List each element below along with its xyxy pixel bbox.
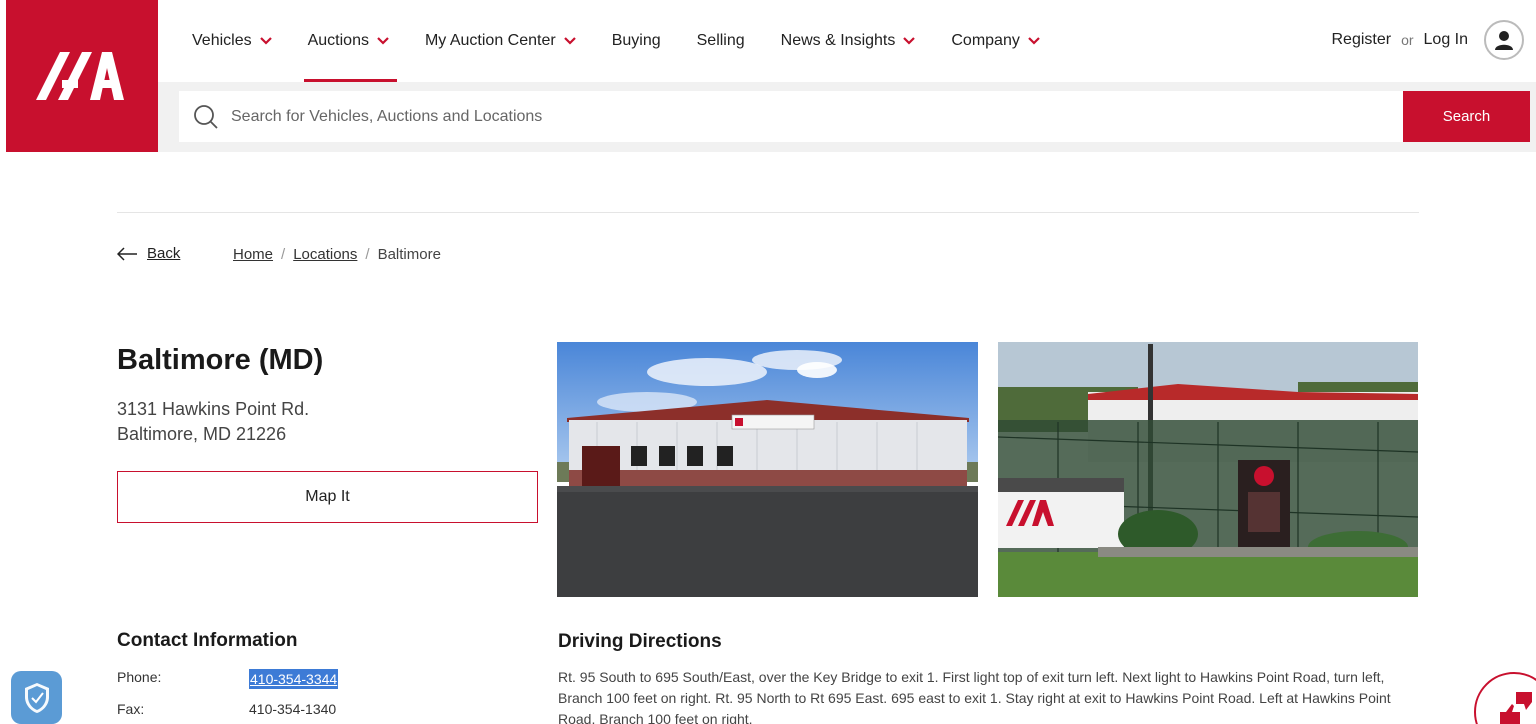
directions-title: Driving Directions bbox=[558, 631, 722, 652]
breadcrumb: Home / Locations / Baltimore bbox=[233, 246, 441, 263]
fax-label: Fax: bbox=[117, 701, 145, 717]
phone-link[interactable]: 410-354-3344 bbox=[249, 669, 339, 689]
address-line1: 3131 Hawkins Point Rd. bbox=[117, 399, 310, 419]
logo-mark bbox=[36, 52, 124, 100]
login-link[interactable]: Log In bbox=[1424, 31, 1468, 49]
map-it-button[interactable]: Map It bbox=[117, 471, 538, 523]
chevron-down-icon bbox=[903, 37, 916, 45]
account-links: Register or Log In bbox=[1331, 20, 1524, 60]
nav-list: Vehicles Auctions My Auction Center Buying S… bbox=[174, 0, 1058, 82]
nav-item-news-insights[interactable]: News & Insights bbox=[763, 0, 934, 82]
shield-check-icon[interactable] bbox=[11, 671, 62, 724]
search-box bbox=[179, 91, 1403, 142]
thumbs-icon[interactable] bbox=[1474, 672, 1536, 724]
phone-label: Phone: bbox=[117, 669, 162, 685]
chevron-down-icon bbox=[563, 37, 576, 45]
nav-item-vehicles[interactable]: Vehicles bbox=[174, 0, 290, 82]
chevron-down-icon bbox=[377, 37, 389, 45]
divider bbox=[117, 212, 1419, 213]
nav-item-label: Company bbox=[951, 32, 1020, 49]
register-link[interactable]: Register bbox=[1331, 31, 1391, 49]
nav-item-label: Vehicles bbox=[192, 32, 252, 49]
breadcrumb-separator: / bbox=[365, 246, 370, 263]
search-button[interactable]: Search bbox=[1403, 91, 1530, 142]
nav-item-label: News & Insights bbox=[780, 32, 896, 49]
nav-item-label: My Auction Center bbox=[424, 32, 556, 49]
breadcrumb-locations[interactable]: Locations bbox=[293, 246, 357, 263]
nav-item-my-auction-center[interactable]: My Auction Center bbox=[407, 0, 594, 82]
back-label: Back bbox=[147, 245, 181, 262]
fax-value: 410-354-1340 bbox=[249, 701, 337, 717]
page-title: Baltimore (MD) bbox=[117, 344, 324, 376]
location-photo-entrance[interactable] bbox=[998, 342, 1418, 597]
search-icon bbox=[194, 104, 218, 129]
chevron-down-icon bbox=[259, 37, 272, 45]
breadcrumb-current: Baltimore bbox=[377, 246, 441, 263]
address-line2: Baltimore, MD 21226 bbox=[117, 424, 287, 444]
top-navigation: Vehicles Auctions My Auction Center Buying S… bbox=[158, 0, 1536, 82]
chevron-down-icon bbox=[1028, 37, 1040, 45]
contact-title: Contact Information bbox=[117, 630, 298, 651]
nav-item-buying[interactable]: Buying bbox=[594, 0, 679, 82]
search-input[interactable] bbox=[231, 107, 1331, 126]
nav-item-label: Selling bbox=[696, 32, 745, 49]
nav-item-auctions[interactable]: Auctions bbox=[290, 0, 407, 82]
nav-item-company[interactable]: Company bbox=[933, 0, 1057, 82]
nav-item-label: Auctions bbox=[307, 32, 369, 49]
iaa-logo[interactable] bbox=[6, 0, 158, 152]
breadcrumb-home[interactable]: Home bbox=[233, 246, 273, 263]
nav-item-label: Buying bbox=[611, 32, 661, 49]
address: 3131 Hawkins Point Rd. Baltimore, MD 212… bbox=[117, 397, 309, 447]
arrow-left-icon bbox=[117, 246, 137, 261]
fax-row: Fax: 410-354-1340 bbox=[117, 701, 336, 717]
user-icon[interactable] bbox=[1484, 20, 1524, 60]
or-text: or bbox=[1401, 32, 1414, 48]
back-link[interactable]: Back bbox=[117, 245, 180, 262]
nav-item-selling[interactable]: Selling bbox=[679, 0, 763, 82]
breadcrumb-separator: / bbox=[281, 246, 286, 263]
phone-row: Phone: 410-354-3344 bbox=[117, 669, 339, 689]
location-photo-front[interactable] bbox=[557, 342, 978, 597]
directions-text: Rt. 95 South to 695 South/East, over the… bbox=[558, 669, 1391, 724]
